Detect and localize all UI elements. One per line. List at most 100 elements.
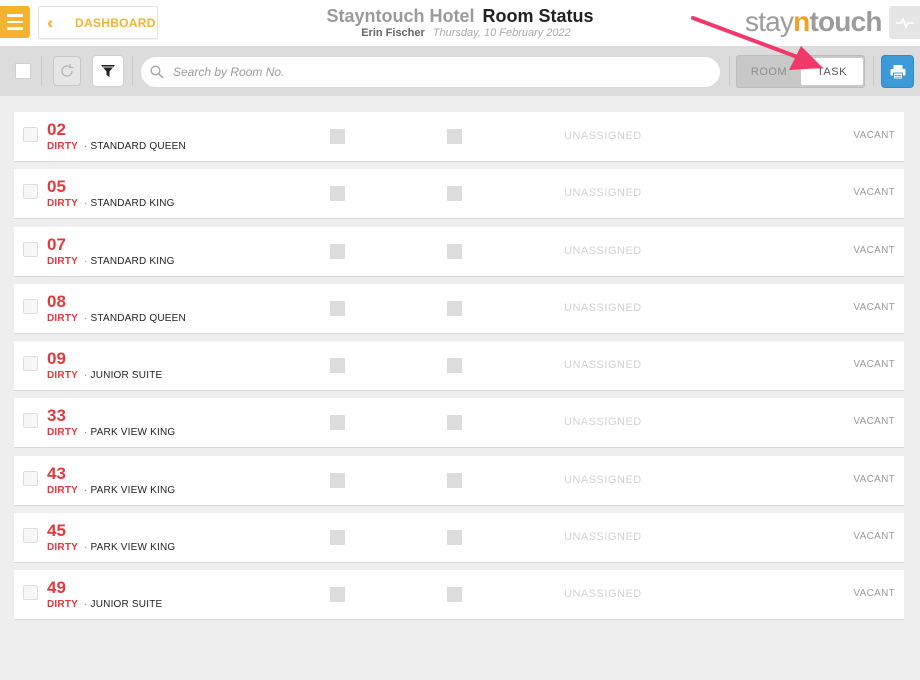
user-name: Erin Fischer <box>361 27 425 39</box>
service-status-box[interactable] <box>447 415 462 431</box>
occupancy-status: VACANT <box>853 416 895 428</box>
room-type: · STANDARD QUEEN <box>84 312 186 324</box>
room-checkbox[interactable] <box>23 356 38 372</box>
room-number: 05 <box>47 177 66 197</box>
room-checkbox[interactable] <box>23 298 38 314</box>
occupancy-status: VACANT <box>853 130 895 141</box>
room-row[interactable]: 49 DIRTY · JUNIOR SUITE UNASSIGNED VACANT <box>14 570 904 621</box>
room-type: · PARK VIEW KING <box>84 427 176 439</box>
stayntouch-logo: stayntouch <box>745 6 882 37</box>
service-status-box[interactable] <box>447 587 462 603</box>
toolbar-divider <box>873 56 874 86</box>
room-number: 07 <box>47 234 66 254</box>
service-status-box[interactable] <box>447 358 462 374</box>
service-status-box[interactable] <box>447 243 462 259</box>
occupancy-status: VACANT <box>853 301 895 313</box>
assignment-status: UNASSIGNED <box>564 416 642 429</box>
room-hk-status: DIRTY <box>47 484 78 496</box>
room-number: 02 <box>47 120 66 139</box>
room-hk-status: DIRTY <box>47 198 78 210</box>
room-row[interactable]: 33 DIRTY · PARK VIEW KING UNASSIGNED VACANT <box>14 398 904 449</box>
room-row[interactable]: 08 DIRTY · STANDARD QUEEN UNASSIGNED VACANT <box>14 283 904 334</box>
occupancy-status: VACANT <box>853 187 895 199</box>
assignment-status: UNASSIGNED <box>564 473 642 486</box>
assignment-status: UNASSIGNED <box>564 187 642 200</box>
room-hk-status: DIRTY <box>47 255 78 267</box>
occupancy-status: VACANT <box>853 531 895 543</box>
room-number: 09 <box>47 349 66 369</box>
service-status-box[interactable] <box>447 472 462 488</box>
room-checkbox[interactable] <box>23 127 38 142</box>
service-status-box[interactable] <box>330 415 345 431</box>
assignment-status: UNASSIGNED <box>564 359 642 372</box>
occupancy-status: VACANT <box>853 359 895 371</box>
room-number: 33 <box>47 406 66 426</box>
room-checkbox[interactable] <box>23 413 38 429</box>
room-task-toggle: ROOM TASK <box>736 55 865 88</box>
room-number: 43 <box>47 463 66 483</box>
toolbar-divider <box>41 56 42 86</box>
app-header: ‹‹ DASHBOARD Stayntouch Hotel Room Status… <box>0 0 920 46</box>
room-hk-status: DIRTY <box>47 542 78 554</box>
refresh-icon[interactable] <box>53 56 81 86</box>
room-row[interactable]: 07 DIRTY · STANDARD KING UNASSIGNED VACANT <box>14 226 904 277</box>
room-checkbox[interactable] <box>23 470 38 486</box>
toggle-task[interactable]: TASK <box>801 58 863 85</box>
service-status-box[interactable] <box>330 300 345 316</box>
room-type: · STANDARD QUEEN <box>84 141 186 152</box>
search-box[interactable] <box>140 56 721 88</box>
print-icon <box>890 64 905 79</box>
assignment-status: UNASSIGNED <box>564 130 642 142</box>
service-status-box[interactable] <box>330 129 345 144</box>
room-row[interactable]: 09 DIRTY · JUNIOR SUITE UNASSIGNED VACANT <box>14 341 904 392</box>
room-type: · PARK VIEW KING <box>84 542 176 554</box>
room-number: 49 <box>47 578 66 598</box>
service-status-box[interactable] <box>330 186 345 202</box>
room-hk-status: DIRTY <box>47 599 78 611</box>
room-type: · STANDARD KING <box>84 255 175 267</box>
occupancy-status: VACANT <box>853 473 895 485</box>
toolbar-divider <box>729 56 730 86</box>
room-checkbox[interactable] <box>23 528 38 544</box>
print-button[interactable] <box>881 55 914 88</box>
room-hk-status: DIRTY <box>47 427 78 439</box>
room-hk-status: DIRTY <box>47 141 78 152</box>
room-list: 02 DIRTY · STANDARD QUEEN UNASSIGNED VACANT 05… <box>14 112 904 628</box>
room-checkbox[interactable] <box>23 184 38 200</box>
room-hk-status: DIRTY <box>47 312 78 324</box>
filter-button[interactable] <box>92 55 124 87</box>
room-checkbox[interactable] <box>23 241 38 257</box>
service-status-box[interactable] <box>330 243 345 259</box>
activity-icon[interactable] <box>889 6 920 39</box>
room-number: 08 <box>47 291 66 311</box>
service-status-box[interactable] <box>447 186 462 202</box>
search-input[interactable] <box>173 59 713 85</box>
room-row[interactable]: 02 DIRTY · STANDARD QUEEN UNASSIGNED VACANT <box>14 112 904 162</box>
filter-icon <box>101 65 115 77</box>
assignment-status: UNASSIGNED <box>564 531 642 544</box>
occupancy-status: VACANT <box>853 588 895 600</box>
service-status-box[interactable] <box>447 300 462 316</box>
room-checkbox[interactable] <box>23 585 38 601</box>
service-status-box[interactable] <box>330 472 345 488</box>
room-type: · PARK VIEW KING <box>84 484 176 496</box>
room-row[interactable]: 45 DIRTY · PARK VIEW KING UNASSIGNED VACANT <box>14 513 904 564</box>
search-icon <box>150 65 164 79</box>
room-number: 45 <box>47 521 66 541</box>
service-status-box[interactable] <box>330 587 345 603</box>
assignment-status: UNASSIGNED <box>564 301 642 314</box>
service-status-box[interactable] <box>330 358 345 374</box>
occupancy-status: VACANT <box>853 244 895 256</box>
room-type: · JUNIOR SUITE <box>84 370 163 382</box>
assignment-status: UNASSIGNED <box>564 244 642 257</box>
toggle-room[interactable]: ROOM <box>737 56 801 87</box>
room-row[interactable]: 43 DIRTY · PARK VIEW KING UNASSIGNED VACANT <box>14 455 904 506</box>
room-row[interactable]: 05 DIRTY · STANDARD KING UNASSIGNED VACANT <box>14 169 904 220</box>
service-status-box[interactable] <box>447 530 462 546</box>
assignment-status: UNASSIGNED <box>564 588 642 601</box>
room-type: · JUNIOR SUITE <box>84 599 163 611</box>
service-status-box[interactable] <box>330 530 345 546</box>
service-status-box[interactable] <box>447 129 462 144</box>
page-title: Room Status <box>482 6 594 26</box>
select-all-checkbox[interactable] <box>15 63 31 79</box>
